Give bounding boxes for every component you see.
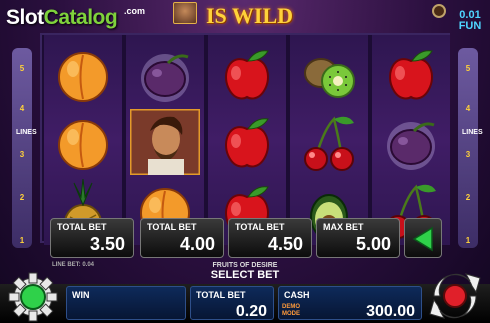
max-bet-button[interactable]: MAX BET 5.00 — [316, 218, 400, 258]
bet-value: 4.00 — [179, 234, 215, 254]
reel-2 — [126, 35, 204, 245]
reel-3 — [208, 35, 286, 245]
bet-label: TOTAL BET — [147, 222, 197, 232]
game-name: FRUITS OF DESIRE — [212, 262, 278, 269]
lines-label: LINES — [16, 129, 37, 136]
total-bet-label: TOTAL BET — [196, 290, 246, 300]
bet-button-4-50[interactable]: TOTAL BET 4.50 — [228, 218, 312, 258]
line-number[interactable]: 1 — [12, 236, 32, 245]
cash-value: 300.00 — [366, 303, 415, 320]
bet-label: TOTAL BET — [235, 222, 285, 232]
line-number[interactable]: 1 — [458, 236, 478, 245]
line-number[interactable]: 4 — [12, 104, 32, 113]
demo-mode-label: DEMO MODE — [282, 304, 300, 317]
game-screen: SlotCatalog .com IS WILD 0.01 FUN 5 4 LIN… — [0, 0, 490, 323]
select-bet-prompt: SELECT BET — [210, 269, 280, 281]
total-bet-value: 0.20 — [235, 303, 267, 320]
reel-grid — [40, 33, 450, 245]
play-triangle-icon — [412, 226, 433, 252]
peach-symbol — [48, 109, 118, 175]
bet-label: MAX BET — [323, 222, 364, 232]
line-number[interactable]: 3 — [458, 150, 478, 159]
wild-banner-text: IS WILD — [206, 3, 294, 28]
peach-symbol — [48, 41, 118, 107]
wild-portrait-icon — [173, 2, 197, 24]
spin-button[interactable] — [426, 268, 484, 323]
bet-value: 3.50 — [89, 234, 125, 254]
reel-5 — [372, 35, 450, 245]
bet-label: TOTAL BET — [57, 222, 107, 232]
apple-symbol — [376, 41, 446, 107]
reel-1 — [44, 35, 122, 245]
plum-symbol — [376, 109, 446, 175]
denomination-display[interactable]: 0.01 FUN — [452, 10, 488, 32]
line-number[interactable]: 2 — [12, 193, 32, 202]
line-number[interactable]: 2 — [458, 193, 478, 202]
bet-value: 5.00 — [355, 234, 391, 254]
line-number[interactable]: 3 — [12, 150, 32, 159]
kiwi-symbol — [294, 41, 364, 107]
win-panel: WIN — [66, 286, 186, 320]
cash-label: CASH — [284, 290, 310, 300]
wild-man-symbol — [128, 107, 202, 177]
play-button[interactable] — [404, 218, 442, 258]
top-bar: SlotCatalog .com IS WILD 0.01 FUN — [0, 0, 490, 32]
settings-gear-button[interactable] — [6, 270, 60, 323]
logo-domain: .com — [124, 6, 146, 16]
slotcatalog-logo: SlotCatalog — [6, 6, 118, 29]
line-markers-left: 5 4 LINES 3 2 1 — [12, 48, 37, 248]
cherry-symbol — [294, 109, 364, 175]
reel-4 — [290, 35, 368, 245]
bet-button-3-50[interactable]: TOTAL BET 3.50 — [50, 218, 134, 258]
line-number[interactable]: 4 — [458, 104, 478, 113]
lines-label: LINES — [462, 129, 483, 136]
win-label: WIN — [72, 290, 90, 300]
apple-symbol — [212, 109, 282, 175]
bet-value: 4.50 — [267, 234, 303, 254]
total-bet-panel: TOTAL BET 0.20 — [190, 286, 274, 320]
apple-symbol — [212, 41, 282, 107]
info-icon[interactable] — [432, 4, 446, 18]
line-markers-right: 5 4 LINES 3 2 1 — [458, 48, 483, 248]
line-number[interactable]: 5 — [458, 64, 478, 73]
bet-button-4-00[interactable]: TOTAL BET 4.00 — [140, 218, 224, 258]
plum-symbol — [130, 41, 200, 107]
line-number[interactable]: 5 — [12, 64, 32, 73]
